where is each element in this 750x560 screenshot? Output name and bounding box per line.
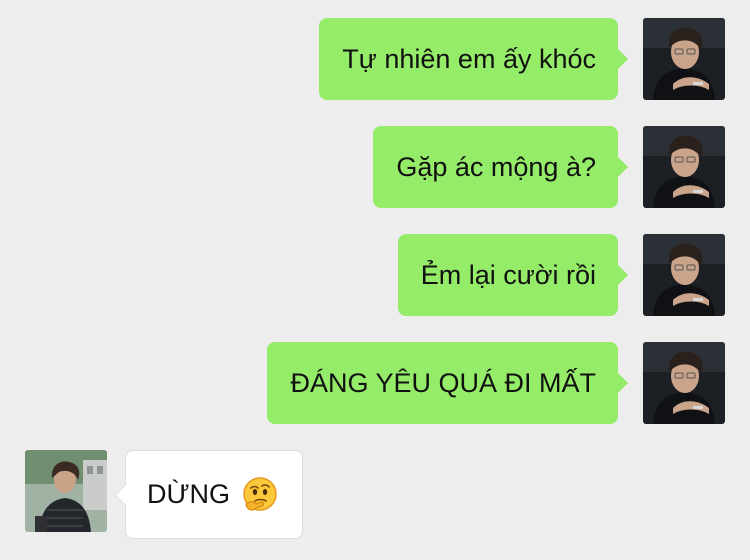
- message-text: Gặp ác mộng à?: [396, 151, 596, 182]
- male-street-avatar[interactable]: [25, 450, 107, 532]
- message-text: ĐÁNG YÊU QUÁ ĐI MẤT: [290, 367, 596, 398]
- message-text: Ẻm lại cười rồi: [420, 259, 596, 290]
- message-bubble-incoming[interactable]: DỪNG: [114, 450, 304, 539]
- avatar-image: [643, 234, 725, 316]
- chat-conversation: Tự nhiên em ấy khóc Gặp ác mộng à? Ẻm lạ…: [0, 0, 750, 560]
- avatar-image: [643, 342, 725, 424]
- message-bubble-outgoing[interactable]: Ẻm lại cười rồi: [397, 234, 629, 316]
- avatar-image: [25, 450, 107, 532]
- avatar-image: [643, 18, 725, 100]
- message-text: Tự nhiên em ấy khóc: [342, 43, 596, 74]
- male-portrait-avatar[interactable]: [643, 342, 725, 424]
- male-portrait-avatar[interactable]: [643, 234, 725, 316]
- thinking-face-icon: [240, 475, 280, 515]
- avatar-image: [643, 126, 725, 208]
- male-portrait-avatar[interactable]: [643, 18, 725, 100]
- message-bubble-outgoing[interactable]: ĐÁNG YÊU QUÁ ĐI MẤT: [267, 342, 628, 424]
- message-text: DỪNG: [147, 479, 231, 509]
- message-bubble-outgoing[interactable]: Gặp ác mộng à?: [373, 126, 628, 208]
- message-bubble-outgoing[interactable]: Tự nhiên em ấy khóc: [319, 18, 628, 100]
- male-portrait-avatar[interactable]: [643, 126, 725, 208]
